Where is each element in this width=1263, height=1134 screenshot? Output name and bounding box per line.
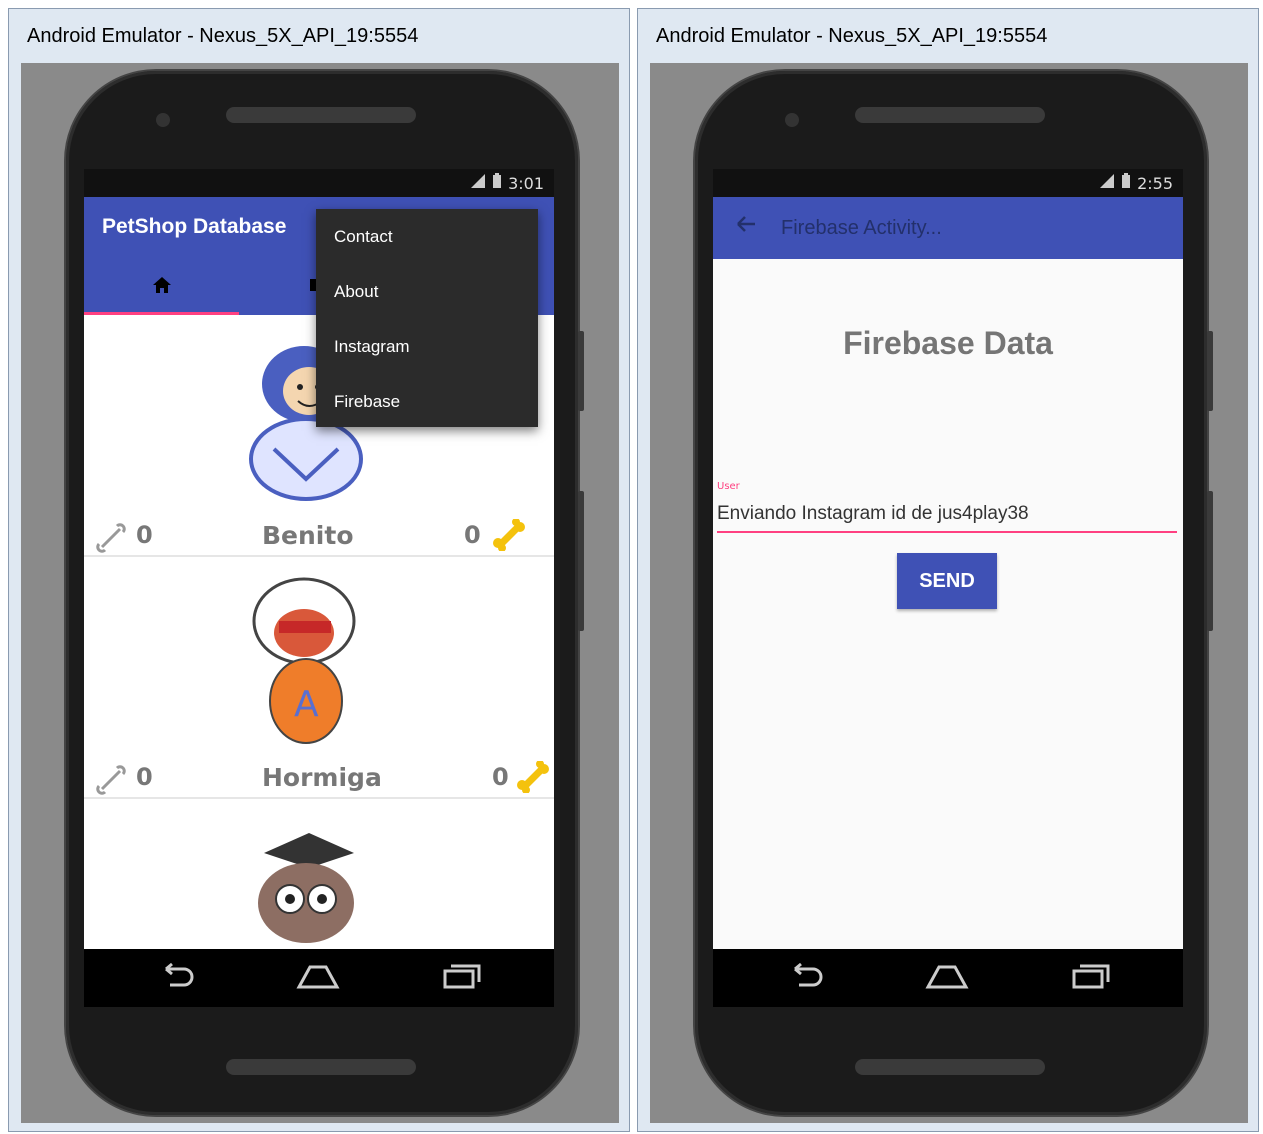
power-button[interactable] (1207, 331, 1213, 411)
bone-filled-icon[interactable] (516, 760, 550, 800)
window-title: Android Emulator - Nexus_5X_API_19:5554 (656, 25, 1048, 47)
navigation-bar (84, 949, 554, 1007)
list-item[interactable]: A 0 Hormiga 0 (84, 557, 554, 799)
svg-text:A: A (294, 684, 319, 725)
speaker-bottom (226, 1059, 416, 1075)
phone-frame: 2:55 Firebase Activity... Firebase Data … (695, 71, 1213, 1115)
menu-item-firebase[interactable]: Firebase (316, 374, 538, 429)
recents-nav-icon[interactable] (1071, 961, 1111, 995)
speaker-top (226, 107, 416, 123)
signal-icon (470, 173, 486, 193)
phone-screen: 3:01 PetShop Database 0 Benito 0 A 0 Hor… (84, 169, 554, 1007)
menu-item-contact[interactable]: Contact (316, 209, 538, 264)
emulator-area: 2:55 Firebase Activity... Firebase Data … (650, 63, 1248, 1123)
user-input[interactable]: Enviando Instagram id de jus4play38 (717, 497, 1177, 533)
battery-icon (492, 173, 502, 193)
phone-frame: 3:01 PetShop Database 0 Benito 0 A 0 Hor… (66, 71, 584, 1115)
page-title: Firebase Data (843, 325, 1053, 361)
speaker-top (855, 107, 1045, 123)
back-arrow-icon[interactable] (735, 213, 757, 241)
home-icon (151, 275, 173, 299)
back-nav-icon[interactable] (156, 961, 196, 995)
like-count-left: 0 (136, 763, 153, 791)
like-count-left: 0 (136, 521, 153, 549)
camera-icon (156, 113, 170, 127)
status-bar: 3:01 (84, 169, 554, 197)
menu-item-instagram[interactable]: Instagram (316, 319, 538, 374)
emulator-window-left: Android Emulator - Nexus_5X_API_19:5554 … (8, 8, 630, 1132)
home-nav-icon[interactable] (296, 961, 340, 995)
status-bar: 2:55 (713, 169, 1183, 197)
toolbar: Firebase Activity... (713, 197, 1183, 259)
volume-button[interactable] (578, 491, 584, 631)
phone-screen: 2:55 Firebase Activity... Firebase Data … (713, 169, 1183, 1007)
like-count-right: 0 (464, 521, 481, 549)
home-nav-icon[interactable] (925, 961, 969, 995)
pet-name: Benito (262, 521, 354, 550)
bone-outline-icon[interactable] (96, 523, 130, 559)
pet-image: A (252, 577, 356, 744)
tab-home[interactable] (84, 259, 239, 315)
status-time: 3:01 (508, 173, 544, 193)
pet-name: Hormiga (262, 763, 382, 792)
camera-icon (785, 113, 799, 127)
back-nav-icon[interactable] (785, 961, 825, 995)
battery-icon (1121, 173, 1131, 193)
speaker-bottom (855, 1059, 1045, 1075)
bone-filled-icon[interactable] (492, 518, 526, 558)
bone-outline-icon[interactable] (96, 765, 130, 801)
app-title: PetShop Database (102, 215, 287, 238)
toolbar-title: Firebase Activity... (781, 217, 942, 239)
volume-button[interactable] (1207, 491, 1213, 631)
send-button[interactable]: SEND (897, 553, 997, 609)
user-field-label: User (717, 481, 740, 492)
emulator-window-right: Android Emulator - Nexus_5X_API_19:5554 … (637, 8, 1259, 1132)
overflow-menu: Contact About Instagram Firebase (316, 209, 538, 427)
power-button[interactable] (578, 331, 584, 411)
recents-nav-icon[interactable] (442, 961, 482, 995)
navigation-bar (713, 949, 1183, 1007)
signal-icon (1099, 173, 1115, 193)
menu-item-about[interactable]: About (316, 264, 538, 319)
status-time: 2:55 (1137, 173, 1173, 193)
emulator-area: 3:01 PetShop Database 0 Benito 0 A 0 Hor… (21, 63, 619, 1123)
window-title: Android Emulator - Nexus_5X_API_19:5554 (27, 25, 419, 47)
like-count-right: 0 (492, 763, 509, 791)
